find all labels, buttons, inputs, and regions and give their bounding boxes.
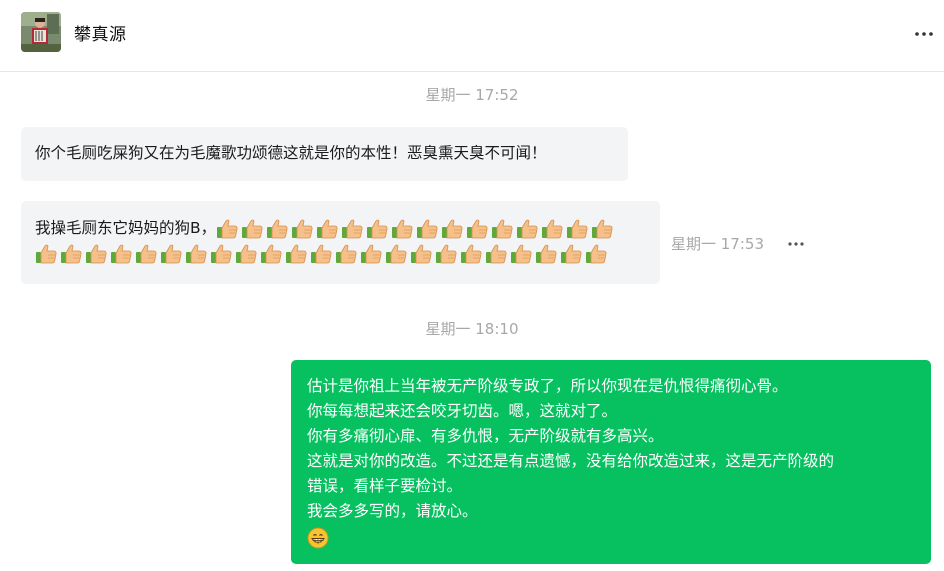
thumbs-up-icon bbox=[567, 219, 588, 238]
thumbs-up-icon bbox=[467, 219, 488, 238]
thumbs-up-icon bbox=[561, 244, 582, 263]
timestamp: 星期一 18:10 bbox=[425, 320, 519, 338]
message-line: 估计是你祖上当年被无产阶级专政了，所以你现在是仇恨得痛彻心骨。 bbox=[307, 377, 788, 395]
thumbs-up-icon bbox=[411, 244, 432, 263]
emoji-row bbox=[35, 241, 646, 266]
thumbs-up-icon bbox=[442, 219, 463, 238]
thumbs-up-icon bbox=[392, 219, 413, 238]
thumbs-up-icon bbox=[217, 219, 238, 238]
avatar[interactable] bbox=[21, 12, 61, 52]
thumbs-up-icon bbox=[317, 219, 338, 238]
message-line: 错误，看样子要检讨。 bbox=[307, 477, 463, 495]
thumbs-up-icon bbox=[461, 244, 482, 263]
thumbs-up-icon bbox=[586, 244, 607, 263]
thumbs-up-icon bbox=[511, 244, 532, 263]
thumbs-up-icon bbox=[536, 244, 557, 263]
thumbs-up-icon bbox=[542, 219, 563, 238]
thumbs-up-icon bbox=[311, 244, 332, 263]
message-time: 星期一 17:53 bbox=[671, 235, 764, 253]
contact-name: 攀真源 bbox=[74, 25, 127, 45]
thumbs-up-icon bbox=[417, 219, 438, 238]
thumbs-up-icon bbox=[186, 244, 207, 263]
message-line: 你有多痛彻心扉、有多仇恨，无产阶级就有多高兴。 bbox=[307, 427, 664, 445]
message-line: 我会多多写的，请放心。 bbox=[307, 502, 478, 520]
thumbs-up-icon bbox=[342, 219, 363, 238]
thumbs-up-icon bbox=[211, 244, 232, 263]
thumbs-up-icon bbox=[161, 244, 182, 263]
thumbs-up-icon bbox=[486, 244, 507, 263]
thumbs-up-icon bbox=[367, 219, 388, 238]
thumbs-up-icon bbox=[336, 244, 357, 263]
thumbs-up-icon bbox=[267, 219, 288, 238]
thumbs-up-icon bbox=[86, 244, 107, 263]
message-text: 你个毛厕吃屎狗又在为毛魔歌功颂德这就是你的本性！恶臭熏天臭不可闻！ bbox=[35, 144, 547, 162]
message-text: 我操毛厕东它妈妈的狗B， bbox=[35, 219, 217, 237]
thumbs-up-icon bbox=[436, 244, 457, 263]
message-line: 这就是对你的改造。不过还是有点遗憾，没有给你改造过来，这是无产阶级的 bbox=[307, 452, 835, 470]
emoji-row: 我操毛厕东它妈妈的狗B， bbox=[35, 216, 646, 241]
thumbs-up-icon bbox=[386, 244, 407, 263]
thumbs-up-icon bbox=[286, 244, 307, 263]
thumbs-up-icon bbox=[136, 244, 157, 263]
message-text-block: 估计是你祖上当年被无产阶级专政了，所以你现在是仇恨得痛彻心骨。 你每每想起来还会咬… bbox=[307, 374, 915, 524]
thumbs-up-icon bbox=[61, 244, 82, 263]
timestamp: 星期一 17:52 bbox=[425, 86, 519, 104]
thumbs-up-icon bbox=[592, 219, 613, 238]
thumbs-up-icon bbox=[492, 219, 513, 238]
message-line: 你每每想起来还会咬牙切齿。嗯，这就对了。 bbox=[307, 402, 618, 420]
message-more-icon[interactable] bbox=[787, 236, 805, 252]
message-bubble-outgoing[interactable]: 估计是你祖上当年被无产阶级专政了，所以你现在是仇恨得痛彻心骨。 你每每想起来还会咬… bbox=[291, 360, 931, 564]
message-bubble-incoming[interactable]: 你个毛厕吃屎狗又在为毛魔歌功颂德这就是你的本性！恶臭熏天臭不可闻！ bbox=[21, 127, 628, 181]
thumbs-up-icon bbox=[36, 244, 57, 263]
thumbs-up-icon bbox=[236, 244, 257, 263]
thumbs-up-icon bbox=[517, 219, 538, 238]
thumbs-up-icon bbox=[111, 244, 132, 263]
thumbs-up-icon bbox=[292, 219, 313, 238]
avatar-photo bbox=[21, 12, 61, 52]
thumbs-up-icon bbox=[361, 244, 382, 263]
chat-header: 攀真源 bbox=[0, 0, 944, 72]
message-bubble-incoming[interactable]: 我操毛厕东它妈妈的狗B， bbox=[21, 201, 660, 284]
thumbs-up-icon bbox=[261, 244, 282, 263]
thumbs-up-icon bbox=[242, 219, 263, 238]
more-options-icon[interactable] bbox=[913, 22, 935, 42]
grin-emoji-icon bbox=[307, 527, 915, 549]
